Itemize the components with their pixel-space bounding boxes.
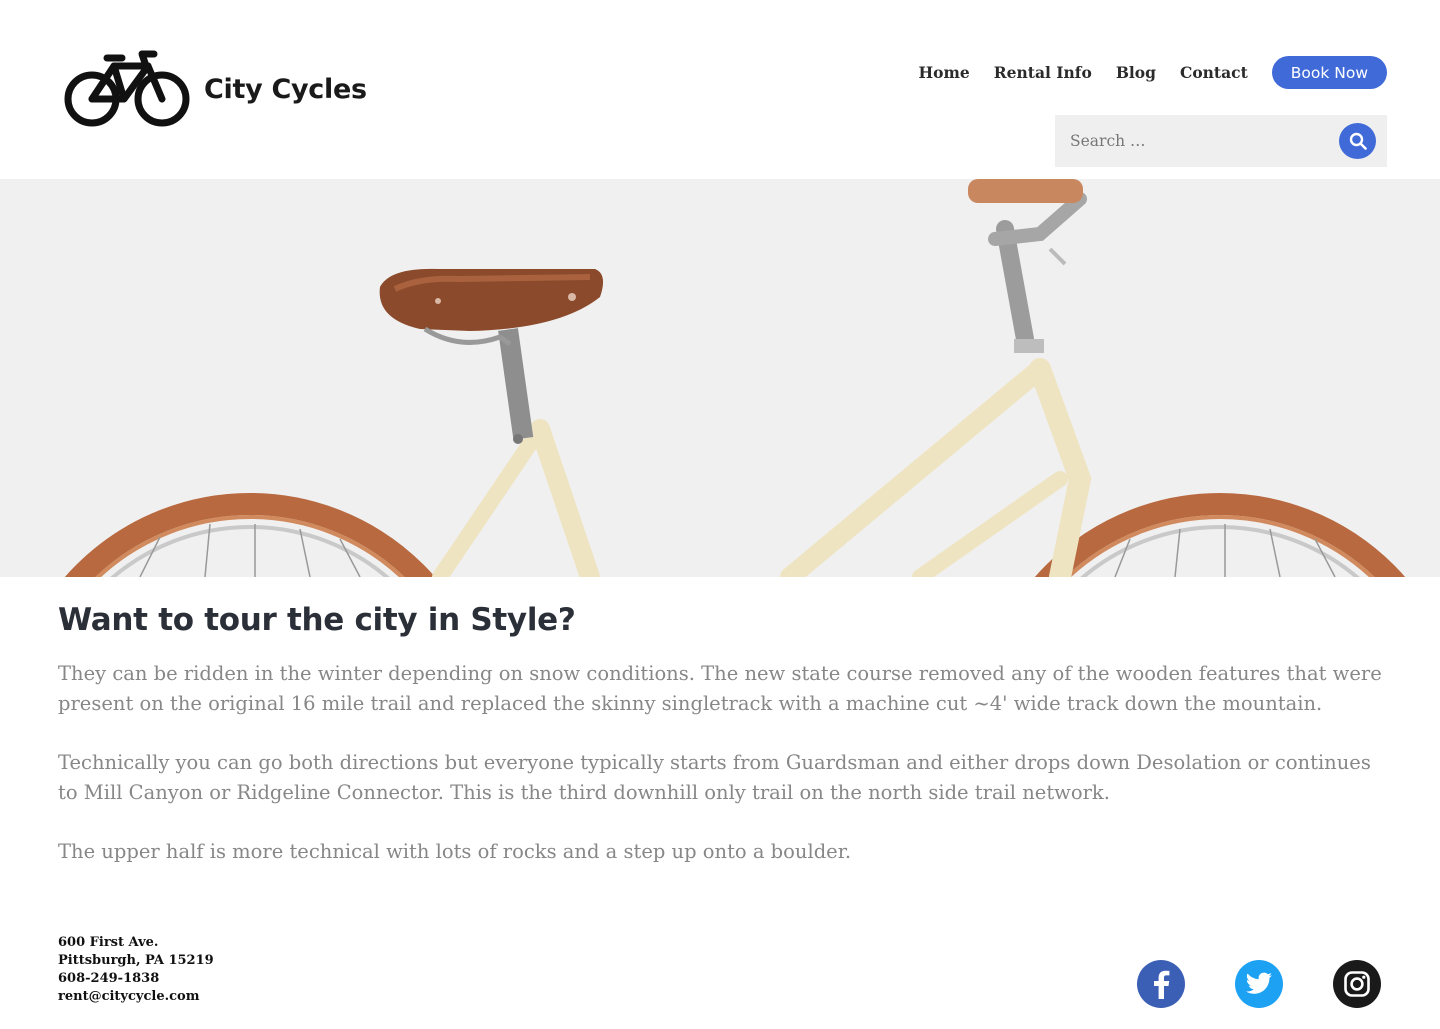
bicycle-logo-icon: [64, 50, 190, 127]
main-nav: Home Rental Info Blog Contact Book Now: [919, 56, 1387, 89]
instagram-icon: [1344, 971, 1370, 997]
article: Want to tour the city in Style? They can…: [58, 598, 1388, 867]
instagram-link[interactable]: [1333, 960, 1381, 1008]
site-logo[interactable]: City Cycles: [62, 44, 382, 134]
nav-rental-info[interactable]: Rental Info: [994, 63, 1092, 82]
book-now-button[interactable]: Book Now: [1271, 56, 1387, 89]
email-address[interactable]: rent@citycycle.com: [58, 988, 214, 1006]
search-form: [1055, 115, 1387, 167]
facebook-link[interactable]: [1137, 960, 1185, 1008]
article-paragraph: They can be ridden in the winter dependi…: [58, 662, 1382, 715]
search-icon: [1349, 132, 1367, 150]
contact-info: 600 First Ave. Pittsburgh, PA 15219 608-…: [58, 934, 214, 1006]
article-paragraph: The upper half is more technical with lo…: [58, 840, 852, 863]
facebook-icon: [1154, 970, 1170, 999]
handlebar: [968, 179, 1087, 353]
brand-name: City Cycles: [204, 73, 367, 105]
seat-post: [498, 328, 534, 444]
nav-home[interactable]: Home: [919, 63, 970, 82]
article-heading: Want to tour the city in Style?: [58, 602, 576, 638]
phone-number[interactable]: 608-249-1838: [58, 970, 214, 988]
search-input[interactable]: [1055, 115, 1335, 167]
saddle: [379, 268, 604, 347]
article-paragraph: Technically you can go both directions b…: [58, 751, 1371, 804]
bike-frame: [432, 358, 1092, 577]
hero-image: [0, 179, 1440, 577]
rear-wheel: [64, 493, 436, 577]
nav-contact[interactable]: Contact: [1180, 63, 1248, 82]
site-header: City Cycles Home Rental Info Blog Contac…: [0, 0, 1440, 179]
twitter-icon: [1245, 972, 1273, 994]
twitter-link[interactable]: [1235, 960, 1283, 1008]
address-line2: Pittsburgh, PA 15219: [58, 953, 214, 968]
search-button[interactable]: [1339, 123, 1376, 159]
bicycle-photo: [64, 179, 1406, 577]
address-line1: 600 First Ave.: [58, 935, 159, 950]
nav-blog[interactable]: Blog: [1116, 63, 1156, 82]
